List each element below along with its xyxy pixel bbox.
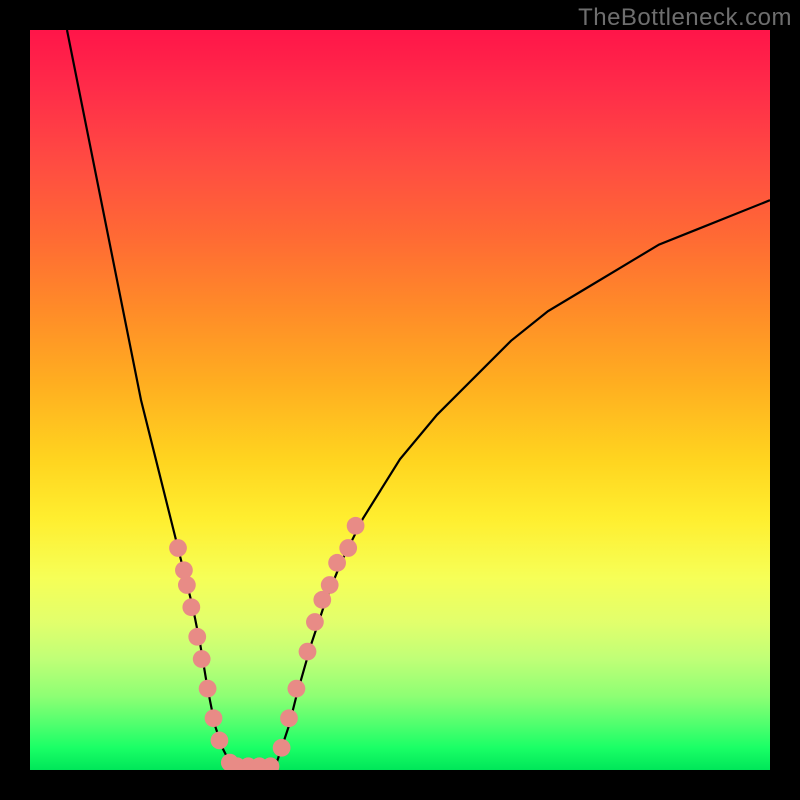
sample-dot bbox=[199, 680, 217, 698]
sample-dot bbox=[193, 650, 211, 668]
plot-area bbox=[30, 30, 770, 770]
sample-dot bbox=[178, 576, 196, 594]
sample-dot bbox=[339, 539, 357, 557]
watermark-label: TheBottleneck.com bbox=[578, 4, 792, 32]
sample-dot bbox=[306, 613, 324, 631]
sample-dot bbox=[169, 539, 187, 557]
sample-dot bbox=[328, 554, 346, 572]
sample-dot bbox=[205, 709, 223, 727]
sample-dot bbox=[347, 517, 365, 535]
dots-group bbox=[169, 517, 364, 770]
sample-dot bbox=[299, 643, 317, 661]
sample-dot bbox=[175, 561, 193, 579]
sample-dot bbox=[280, 709, 298, 727]
sample-dot bbox=[321, 576, 339, 594]
series-group bbox=[67, 30, 770, 770]
chart-frame: TheBottleneck.com bbox=[0, 0, 800, 800]
chart-svg bbox=[30, 30, 770, 770]
sample-dot bbox=[182, 598, 200, 616]
curve-right-curve bbox=[274, 200, 770, 770]
curve-left-curve bbox=[67, 30, 237, 770]
sample-dot bbox=[211, 732, 229, 750]
sample-dot bbox=[273, 739, 291, 757]
sample-dot bbox=[288, 680, 306, 698]
sample-dot bbox=[188, 628, 206, 646]
